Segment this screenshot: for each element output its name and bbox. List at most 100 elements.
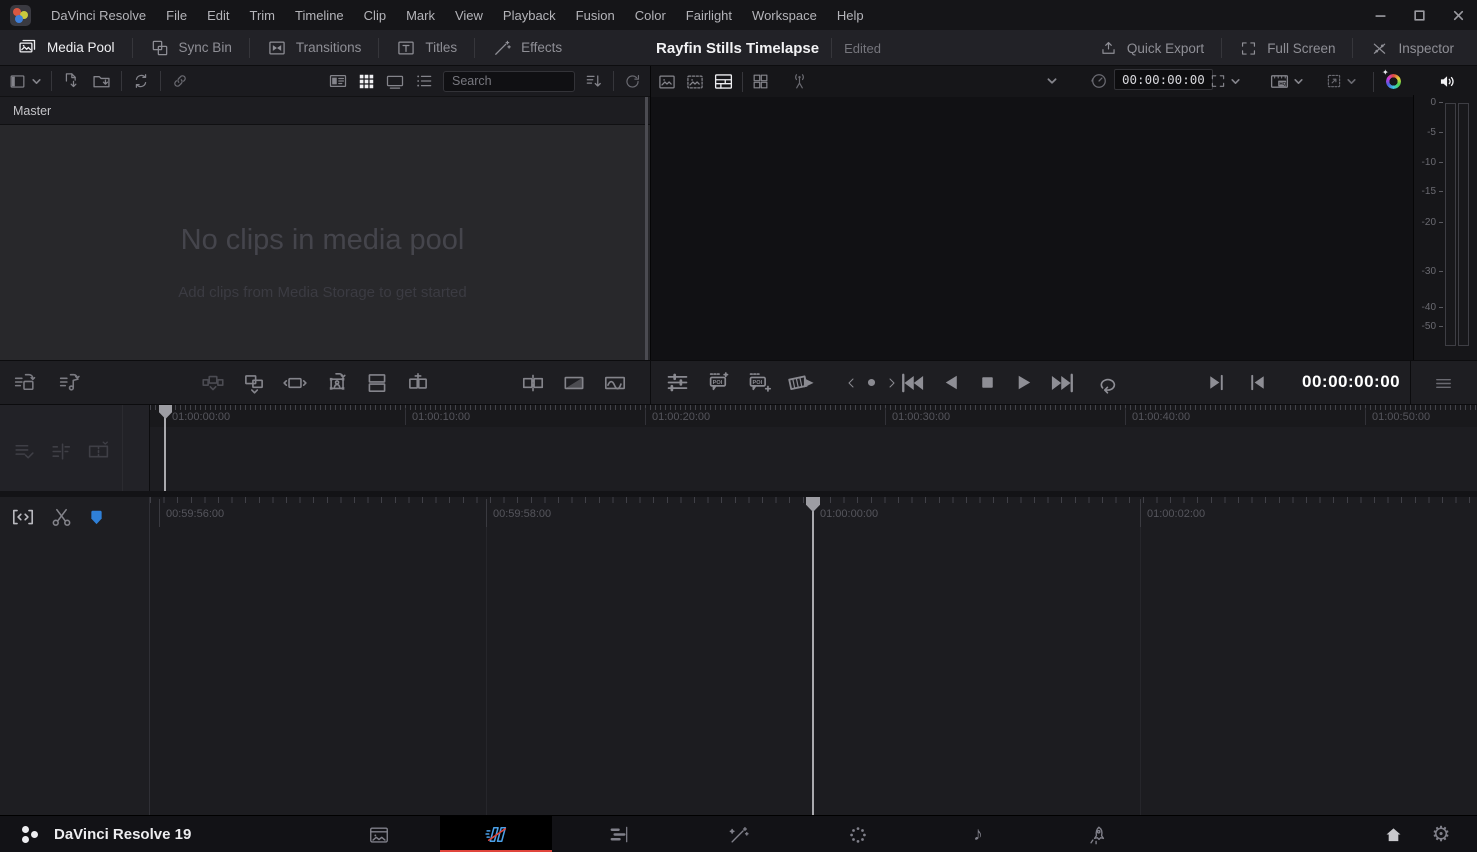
jog-clock-icon[interactable]	[1089, 71, 1109, 91]
timeline-view-icon[interactable]	[713, 71, 734, 92]
settings-button[interactable]: ⚙	[1423, 816, 1459, 852]
append-clip-icon[interactable]	[12, 370, 37, 395]
place-on-top-icon[interactable]	[323, 370, 349, 396]
maximize-icon[interactable]	[1413, 9, 1426, 22]
import-folder-icon[interactable]	[91, 71, 112, 92]
import-media-icon[interactable]	[61, 71, 81, 91]
insert-clip-icon[interactable]	[200, 370, 226, 396]
menu-view[interactable]: View	[455, 8, 483, 23]
bin-header[interactable]: Master	[0, 97, 650, 125]
close-up-icon[interactable]	[405, 370, 431, 396]
refresh-icon[interactable]	[623, 72, 642, 91]
timeline-options-icon[interactable]	[12, 439, 37, 464]
titles-button[interactable]: Titles	[379, 30, 474, 65]
unlink-icon[interactable]	[170, 71, 190, 91]
fairlight-page-button[interactable]: ♪	[960, 816, 996, 852]
speaker-icon[interactable]	[1437, 71, 1458, 92]
poi-detect-icon[interactable]: POI	[705, 369, 732, 396]
smooth-cut-icon[interactable]	[561, 370, 587, 396]
ruler-gridline	[1125, 408, 1126, 425]
menu-timeline[interactable]: Timeline	[295, 8, 344, 23]
menu-color[interactable]: Color	[635, 8, 666, 23]
multiview-icon[interactable]	[751, 72, 770, 91]
append-audio-icon[interactable]	[57, 370, 82, 395]
lower-playhead[interactable]	[812, 497, 814, 815]
menu-edit[interactable]: Edit	[207, 8, 229, 23]
stop-icon[interactable]	[977, 372, 998, 393]
relink-icon[interactable]	[131, 71, 151, 91]
lower-playhead-handle[interactable]	[806, 497, 820, 512]
full-screen-button[interactable]: Full Screen	[1222, 30, 1352, 66]
ripple-overwrite-icon[interactable]	[282, 370, 308, 396]
menu-fairlight[interactable]: Fairlight	[686, 8, 732, 23]
ruler-label: 01:00:00:00	[820, 508, 878, 520]
loop-icon[interactable]	[1095, 370, 1121, 396]
close-icon[interactable]	[1452, 9, 1465, 22]
transport-timecode[interactable]: 00:00:00:00	[1302, 372, 1400, 392]
fusion-page-button[interactable]	[721, 816, 757, 852]
live-broadcast-icon[interactable]	[790, 72, 809, 91]
sync-bin-button[interactable]: Sync Bin	[133, 30, 249, 65]
color-page-button[interactable]	[840, 816, 876, 852]
menu-help[interactable]: Help	[837, 8, 864, 23]
overwrite-clip-icon[interactable]	[241, 370, 267, 396]
resize-button[interactable]	[1325, 72, 1357, 90]
track-controls-icon[interactable]	[49, 439, 74, 464]
view-list-icon[interactable]	[414, 71, 434, 91]
jog-back-icon[interactable]	[843, 375, 859, 391]
trim-tool-icon[interactable]	[10, 504, 36, 530]
menu-workspace[interactable]: Workspace	[752, 8, 817, 23]
source-tape-icon[interactable]	[685, 72, 705, 92]
minimize-icon[interactable]	[1374, 9, 1387, 22]
go-to-start-icon[interactable]	[898, 369, 926, 397]
viewer-timecode[interactable]: 00:00:00:00	[1114, 69, 1213, 90]
transitions-button[interactable]: Transitions	[250, 30, 379, 65]
menu-davinci-resolve[interactable]: DaVinci Resolve	[51, 8, 146, 23]
bin-list-button[interactable]	[8, 72, 42, 91]
menu-playback[interactable]: Playback	[503, 8, 556, 23]
step-back-icon[interactable]	[940, 371, 963, 394]
view-card-icon[interactable]	[328, 71, 348, 91]
append-at-end-icon[interactable]	[364, 370, 390, 396]
marker-icon[interactable]	[87, 508, 106, 527]
inspector-button[interactable]: Inspector	[1353, 30, 1471, 66]
poi-add-icon[interactable]: POI	[746, 369, 773, 396]
source-clip-icon[interactable]	[657, 72, 677, 92]
play-to-prev-edit-icon[interactable]	[1246, 371, 1269, 394]
effects-button[interactable]: Effects	[475, 30, 579, 65]
quick-export-button[interactable]: Quick Export	[1082, 30, 1221, 66]
menu-trim[interactable]: Trim	[250, 8, 276, 23]
record-dot-icon[interactable]	[863, 374, 880, 391]
play-icon[interactable]	[1012, 371, 1035, 394]
fast-review-icon[interactable]	[787, 368, 816, 397]
media-pool-button[interactable]: Media Pool	[0, 30, 132, 65]
menu-file[interactable]: File	[166, 8, 187, 23]
panel-splitter[interactable]	[645, 97, 648, 360]
sort-icon[interactable]	[584, 71, 604, 91]
tools-icon[interactable]	[664, 369, 691, 396]
menu-clip[interactable]: Clip	[364, 8, 386, 23]
transition-curve-icon[interactable]	[602, 370, 628, 396]
menu-fusion[interactable]: Fusion	[576, 8, 615, 23]
meter-channel-right	[1458, 103, 1469, 346]
home-button[interactable]	[1375, 816, 1411, 852]
play-to-next-edit-icon[interactable]	[1205, 371, 1228, 394]
timeline-menu-icon[interactable]	[1432, 372, 1455, 395]
go-to-end-icon[interactable]	[1049, 369, 1077, 397]
cut-page-button[interactable]	[440, 816, 552, 852]
view-grid-icon[interactable]	[357, 72, 376, 91]
menu-mark[interactable]: Mark	[406, 8, 435, 23]
full-timeline[interactable]: 01:00:00:00 01:00:10:00 01:00:20:00 01:0…	[0, 405, 1477, 497]
filmstrip-view-icon[interactable]	[86, 439, 111, 464]
safe-area-button[interactable]	[1209, 72, 1241, 90]
viewer-options-chevron-icon[interactable]	[1046, 75, 1058, 87]
media-page-button[interactable]	[361, 816, 397, 852]
dissolve-transition-icon[interactable]	[520, 370, 546, 396]
detail-timeline[interactable]: 00:59:56:00 00:59:58:00 01:00:00:00 01:0…	[0, 497, 1477, 815]
edit-page-button[interactable]	[601, 816, 637, 852]
view-filmstrip-icon[interactable]	[385, 71, 405, 91]
razor-icon[interactable]	[49, 505, 74, 530]
deliver-page-button[interactable]	[1079, 816, 1115, 852]
search-input[interactable]	[443, 71, 575, 92]
playback-quality-button[interactable]: HQ	[1269, 71, 1304, 92]
